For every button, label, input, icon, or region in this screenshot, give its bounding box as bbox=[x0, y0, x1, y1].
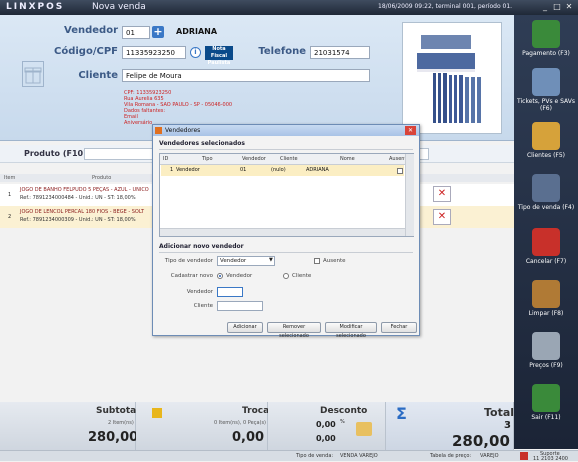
tickets-button[interactable]: Tickets, PVs e SAVs (F6) bbox=[514, 68, 578, 112]
gift-icon bbox=[22, 61, 44, 87]
dialog-title-bar: Vendedores ✕ bbox=[153, 125, 419, 136]
produto-label: Produto (F10) bbox=[24, 149, 87, 158]
cancelar-button[interactable]: Cancelar (F7) bbox=[514, 228, 578, 265]
modificar-button[interactable]: Modificar selecionado bbox=[325, 322, 377, 339]
subtotal-panel: Subtotal 2 Item(ns) 280,00 bbox=[0, 402, 139, 450]
ausente-row-checkbox[interactable] bbox=[397, 168, 403, 174]
dialog-app-icon bbox=[155, 127, 162, 134]
delete-item-button[interactable]: ✕ bbox=[433, 186, 451, 202]
vendedores-table: ID Tipo Vendedor Cliente Nome Ausente 1 … bbox=[159, 153, 414, 237]
row-number: 2 bbox=[8, 214, 12, 220]
calculator-icon bbox=[532, 20, 560, 48]
row-number: 1 bbox=[8, 192, 12, 198]
vendedor-code-field[interactable]: 01 bbox=[122, 26, 150, 39]
close-button[interactable]: ✕ bbox=[564, 2, 574, 12]
row-description: JOGO DE BANHO FELPUDO 5 PEÇAS - AZUL - U… bbox=[20, 187, 149, 193]
limpar-button[interactable]: Limpar (F8) bbox=[514, 280, 578, 317]
exchange-icon bbox=[152, 408, 162, 418]
tipo-venda-button[interactable]: Tipo de venda (F4) bbox=[514, 174, 578, 211]
dialog-close-button[interactable]: ✕ bbox=[405, 126, 416, 135]
desconto-value: 0,00 bbox=[316, 434, 336, 443]
divider bbox=[159, 252, 413, 253]
tickets-icon bbox=[532, 68, 560, 96]
subtotal-value: 280,00 bbox=[88, 430, 139, 445]
table-vertical-scrollbar[interactable] bbox=[405, 154, 414, 236]
col-produto: Produto bbox=[92, 175, 112, 181]
row-description: JOGO DE LENCOL PERCAL 180 FIOS - BEGE - … bbox=[20, 209, 145, 215]
total-panel: Σ Total 3 280,00 bbox=[386, 402, 514, 450]
cliente-label: Cliente bbox=[78, 70, 118, 81]
tipo-vendedor-select[interactable]: Vendedor bbox=[217, 256, 275, 266]
pagamento-button[interactable]: Pagamento (F3) bbox=[514, 20, 578, 57]
title-bar: LINXPOS Nova venda 18/06/2009 09:22, ter… bbox=[0, 0, 578, 15]
clientes-button[interactable]: Clientes (F5) bbox=[514, 122, 578, 159]
maximize-button[interactable]: □ bbox=[552, 2, 562, 12]
chevron-down-icon: ▼ bbox=[269, 257, 273, 263]
total-value: 280,00 bbox=[452, 432, 510, 450]
sair-button[interactable]: Sair (F11) bbox=[514, 384, 578, 421]
troca-panel: Troca 0 Item(ns), 0 Peça(s) 0,00 bbox=[136, 402, 269, 450]
exit-icon bbox=[532, 384, 560, 412]
product-photo bbox=[402, 22, 502, 134]
cpf-label: Código/CPF bbox=[54, 46, 118, 57]
radio-cliente[interactable] bbox=[283, 273, 289, 279]
cpf-field[interactable]: 11335923250 bbox=[122, 46, 186, 59]
precos-button[interactable]: Preços (F9) bbox=[514, 332, 578, 369]
window-title: Nova venda bbox=[92, 2, 146, 12]
vendedor-input[interactable] bbox=[217, 287, 243, 297]
row-reference: Ref.: 7891234000309 - Unid.: UN - ST: 18… bbox=[20, 217, 136, 223]
prices-icon bbox=[532, 332, 560, 360]
cliente-input[interactable] bbox=[217, 301, 263, 311]
nota-paulista-logo: Nota Fiscal Paulista bbox=[205, 46, 233, 66]
app-logo: LINXPOS bbox=[6, 2, 65, 12]
minimize-button[interactable]: _ bbox=[540, 2, 550, 12]
radio-vendedor[interactable] bbox=[217, 273, 223, 279]
telefone-field[interactable]: 21031574 bbox=[310, 46, 370, 59]
fechar-button[interactable]: Fechar bbox=[381, 322, 417, 333]
divider bbox=[159, 149, 413, 150]
sale-type-icon bbox=[532, 174, 560, 202]
col-item: Item bbox=[4, 175, 16, 181]
folder-icon bbox=[532, 122, 560, 150]
table-horizontal-scrollbar[interactable] bbox=[160, 228, 405, 236]
status-bar: Suporte 11 2103 2400 Tipo de venda: VEND… bbox=[0, 450, 578, 462]
delete-item-button[interactable]: ✕ bbox=[433, 209, 451, 225]
info-icon[interactable]: i bbox=[190, 47, 201, 58]
telefone-label: Telefone bbox=[258, 46, 306, 57]
total-count: 3 bbox=[504, 420, 511, 431]
troca-value: 0,00 bbox=[232, 430, 265, 445]
ausente-checkbox[interactable] bbox=[314, 258, 320, 264]
remover-button[interactable]: Remover selecionado bbox=[267, 322, 321, 339]
support-logo bbox=[520, 452, 528, 460]
session-status: 18/06/2009 09:22, terminal 001, período … bbox=[378, 3, 513, 10]
vendedor-label: Vendedor bbox=[64, 25, 118, 36]
discount-icon[interactable] bbox=[356, 422, 372, 436]
cliente-field[interactable]: Felipe de Moura bbox=[122, 69, 370, 82]
broom-icon bbox=[532, 280, 560, 308]
vendedores-dialog: Vendedores ✕ Vendedores selecionados ID … bbox=[152, 124, 420, 339]
add-heading: Adicionar novo vendedor bbox=[159, 243, 244, 250]
desconto-panel: Desconto 0,00 % 0,00 bbox=[268, 402, 386, 450]
totals-bar: Subtotal 2 Item(ns) 280,00 Troca 0 Item(… bbox=[0, 402, 514, 450]
vendedor-name: ADRIANA bbox=[176, 27, 218, 36]
client-details: CPF: 11335923250 Rua Aurelia 635 Vila Ro… bbox=[124, 90, 233, 126]
sigma-icon: Σ bbox=[396, 404, 407, 423]
cancel-icon bbox=[532, 228, 560, 256]
add-seller-button[interactable]: + bbox=[152, 26, 164, 38]
selected-heading: Vendedores selecionados bbox=[159, 140, 245, 147]
desconto-percent: 0,00 bbox=[316, 420, 336, 429]
row-reference: Ref.: 7891234000484 - Unid.: UN - ST: 18… bbox=[20, 195, 136, 201]
adicionar-button[interactable]: Adicionar bbox=[227, 322, 263, 333]
dialog-title: Vendedores bbox=[165, 127, 201, 134]
